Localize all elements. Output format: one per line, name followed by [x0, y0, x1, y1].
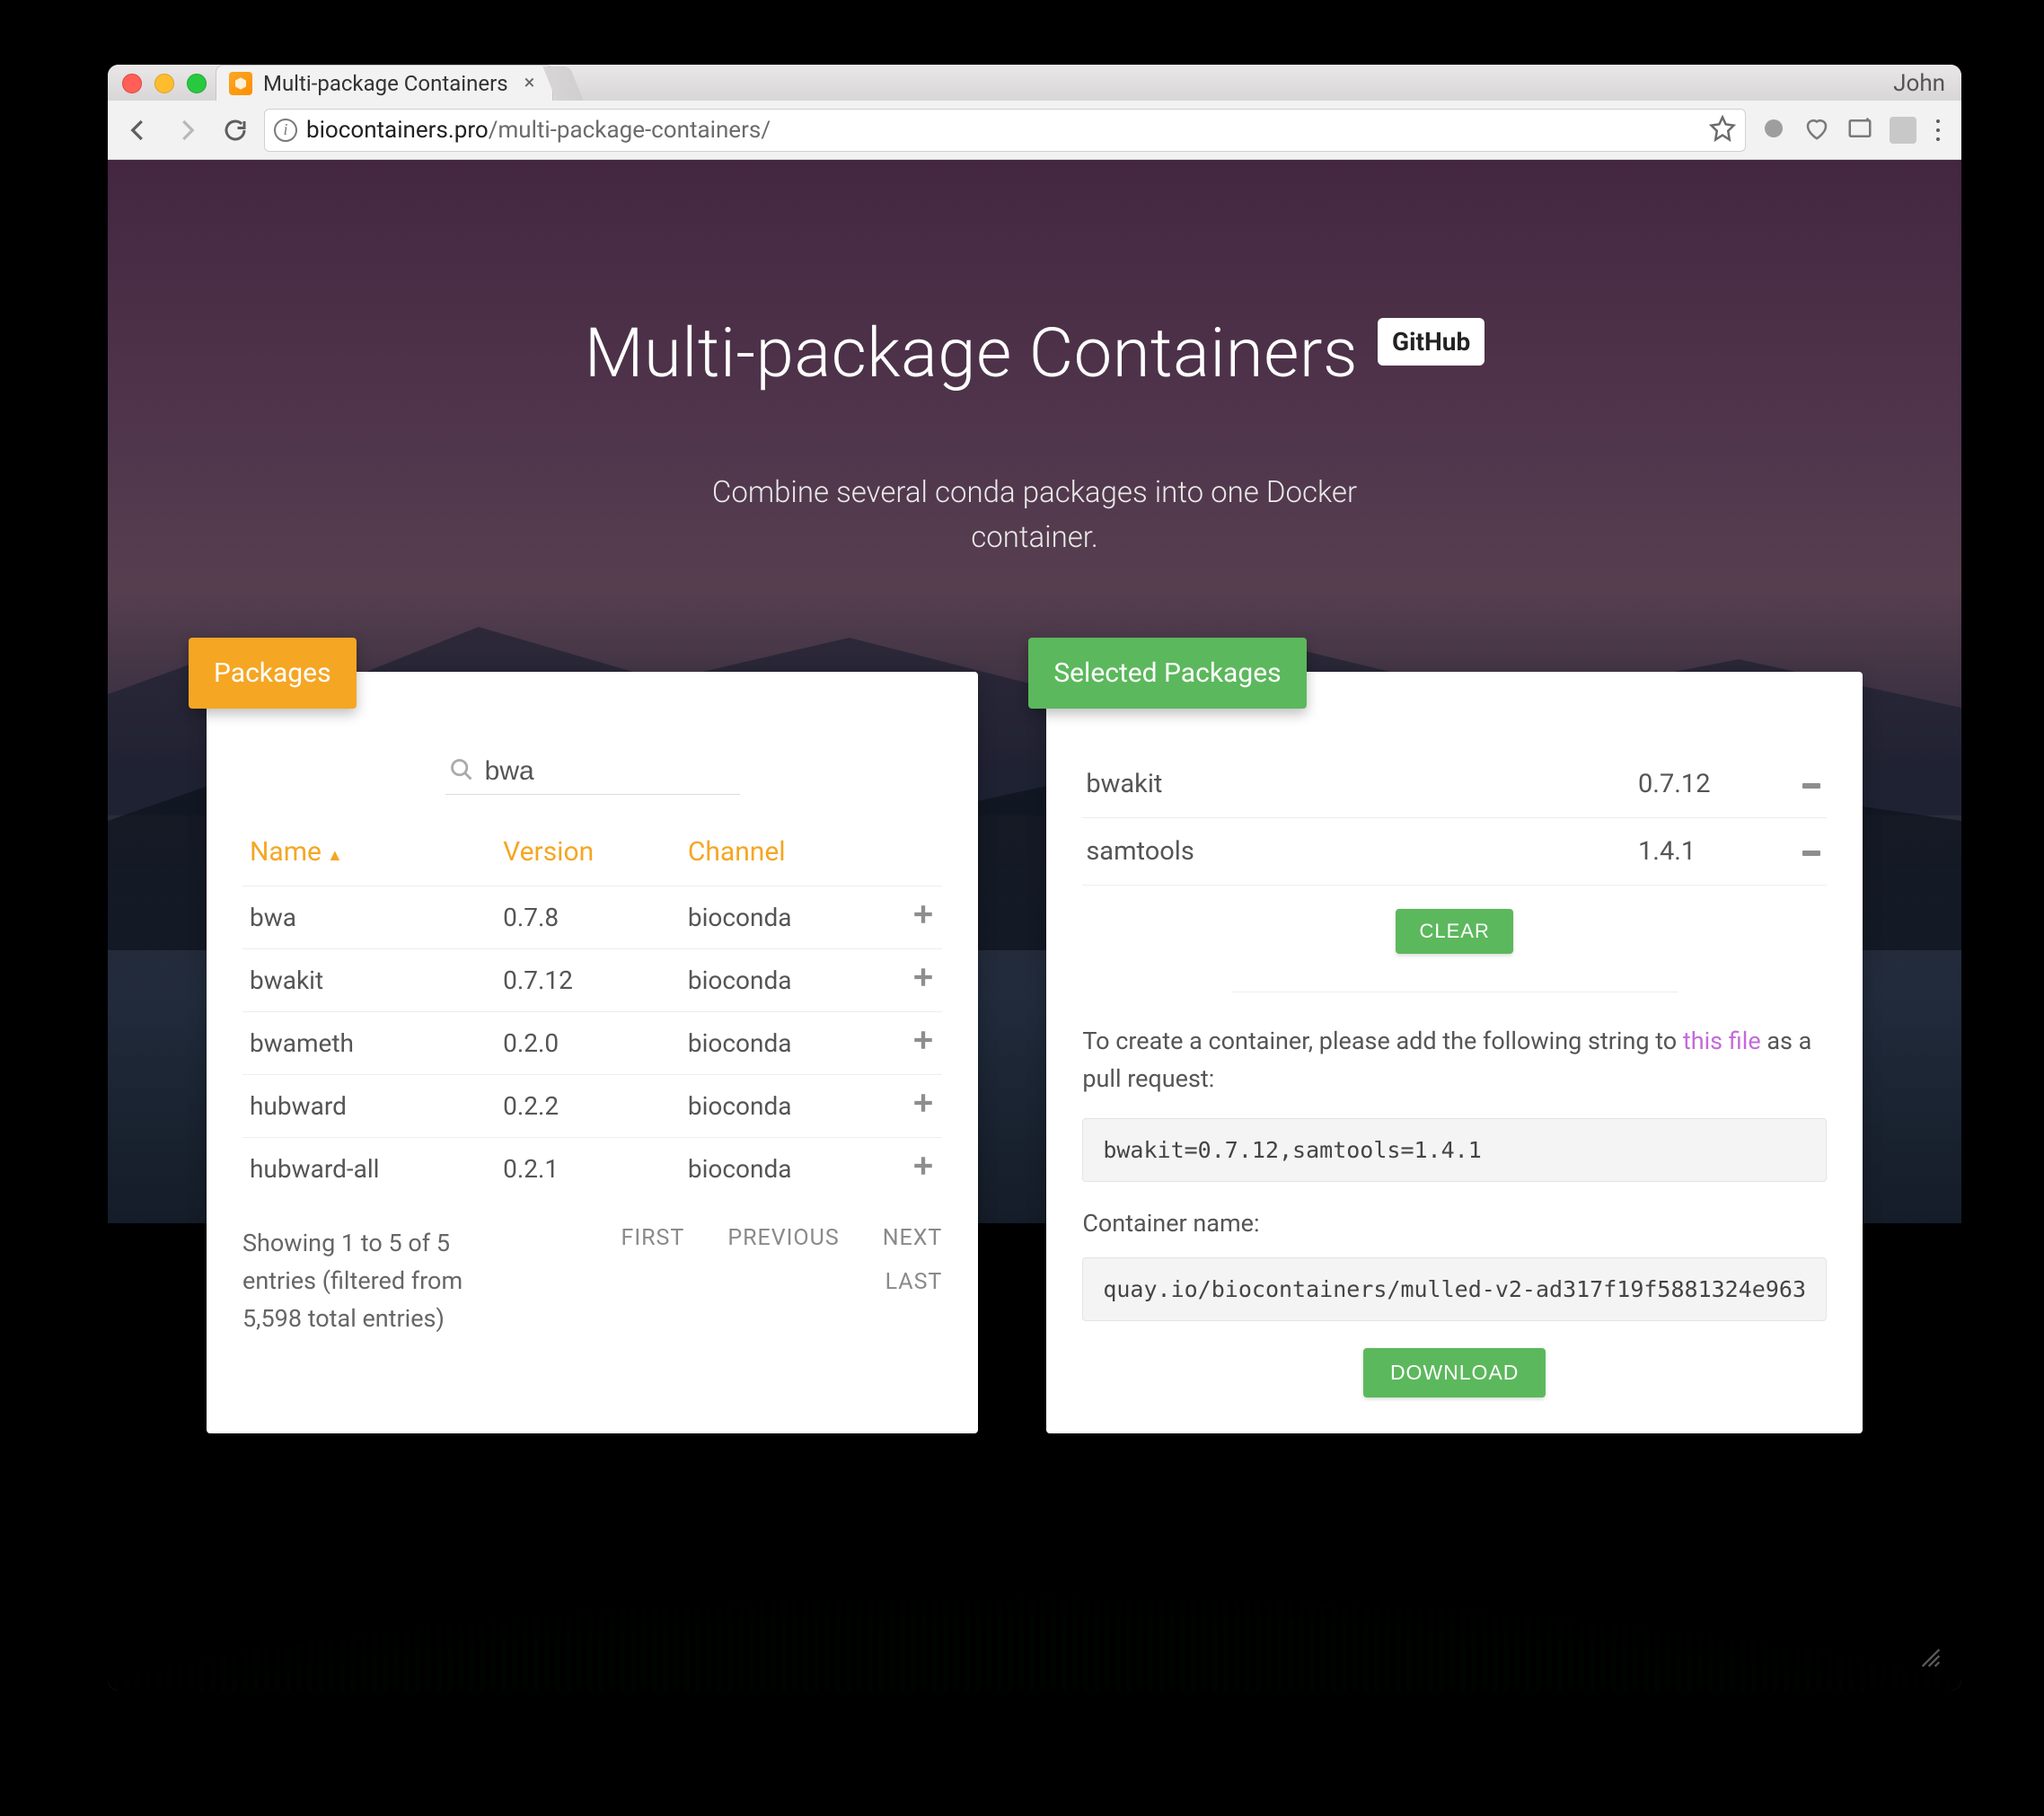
pkg-name: bwakit	[242, 949, 496, 1012]
fullscreen-window-button[interactable]	[187, 74, 207, 93]
table-info: Showing 1 to 5 of 5 entries (filtered fr…	[242, 1225, 512, 1338]
browser-window: Multi-package Containers × John i biocon…	[108, 65, 1961, 1690]
close-tab-icon[interactable]: ×	[519, 72, 541, 94]
cube-icon	[229, 72, 252, 95]
tab-title: Multi-package Containers	[263, 71, 508, 96]
table-row: hubward-all0.2.1bioconda	[242, 1138, 942, 1201]
github-badge[interactable]: GitHub	[1378, 318, 1485, 366]
heart-icon[interactable]	[1803, 115, 1830, 145]
pkg-channel: bioconda	[681, 1012, 888, 1075]
pkg-version: 0.7.12	[496, 949, 681, 1012]
browser-tab[interactable]: Multi-package Containers ×	[216, 65, 553, 101]
add-package-button[interactable]	[912, 903, 935, 932]
search-icon	[449, 757, 474, 786]
forward-button[interactable]	[167, 110, 207, 150]
pkg-name: hubward-all	[242, 1138, 496, 1201]
col-name[interactable]: Name▲	[242, 820, 496, 886]
pkg-version: 0.7.8	[496, 886, 681, 949]
screenshot-icon[interactable]	[1846, 115, 1873, 145]
pager-next[interactable]: NEXT	[883, 1225, 943, 1251]
add-package-button[interactable]	[912, 1154, 935, 1184]
col-version[interactable]: Version	[496, 820, 681, 886]
bookmark-star-icon[interactable]	[1709, 115, 1736, 145]
add-package-button[interactable]	[912, 1091, 935, 1121]
packages-card: Packages Name▲ Version Channel	[207, 672, 978, 1433]
add-package-button[interactable]	[912, 965, 935, 995]
pkg-channel: bioconda	[681, 949, 888, 1012]
container-name-box[interactable]: quay.io/biocontainers/mulled-v2-ad317f19…	[1082, 1257, 1827, 1321]
table-row: bwameth0.2.0bioconda	[242, 1012, 942, 1075]
remove-package-button[interactable]	[1800, 776, 1823, 793]
hero: Multi-package Containers GitHub Combine …	[108, 160, 1961, 560]
clear-button[interactable]: CLEAR	[1396, 909, 1512, 954]
this-file-link[interactable]: this file	[1683, 1027, 1761, 1055]
add-package-button[interactable]	[912, 1028, 935, 1058]
selected-row: samtools1.4.1	[1082, 818, 1827, 886]
selected-card: Selected Packages bwakit0.7.12samtools1.…	[1046, 672, 1863, 1433]
page-title: Multi-package Containers	[585, 313, 1358, 393]
pkg-version: 0.2.1	[496, 1138, 681, 1201]
window-controls	[122, 74, 207, 93]
window-titlebar: Multi-package Containers × John	[108, 65, 1961, 101]
pkg-channel: bioconda	[681, 1138, 888, 1201]
browser-menu-button[interactable]	[1936, 128, 1940, 132]
sort-asc-icon: ▲	[327, 846, 343, 865]
browser-toolbar: i biocontainers.pro/multi-package-contai…	[108, 101, 1961, 160]
table-pager: FIRST PREVIOUS NEXT LAST	[530, 1225, 942, 1295]
pager-first[interactable]: FIRST	[621, 1225, 685, 1251]
packages-chip: Packages	[189, 638, 357, 709]
pager-last[interactable]: LAST	[885, 1269, 943, 1295]
remove-package-button[interactable]	[1800, 843, 1823, 860]
pkg-name: bwa	[242, 886, 496, 949]
back-button[interactable]	[119, 110, 158, 150]
table-row: bwakit0.7.12bioconda	[242, 949, 942, 1012]
package-string-box[interactable]: bwakit=0.7.12,samtools=1.4.1	[1082, 1118, 1827, 1182]
download-button[interactable]: DOWNLOAD	[1363, 1348, 1546, 1397]
table-row: bwa0.7.8bioconda	[242, 886, 942, 949]
site-info-icon[interactable]: i	[274, 119, 297, 142]
extensions	[1760, 115, 1916, 145]
selected-row: bwakit0.7.12	[1082, 751, 1827, 818]
profile-name[interactable]: John	[1893, 70, 1945, 97]
selected-version: 0.7.12	[1638, 769, 1800, 799]
selected-chip: Selected Packages	[1028, 638, 1306, 709]
url-text: biocontainers.pro/multi-package-containe…	[306, 117, 771, 144]
table-row: hubward0.2.2bioconda	[242, 1075, 942, 1138]
search-input[interactable]	[485, 756, 736, 787]
reload-button[interactable]	[216, 110, 255, 150]
page-subtitle: Combine several conda packages into one …	[108, 471, 1961, 560]
container-name-label: Container name:	[1082, 1209, 1827, 1238]
pkg-channel: bioconda	[681, 1075, 888, 1138]
col-channel[interactable]: Channel	[681, 820, 942, 886]
package-search[interactable]	[445, 751, 740, 795]
extension-dot-icon[interactable]	[1760, 115, 1787, 145]
extension-badge[interactable]	[1890, 117, 1916, 144]
address-bar[interactable]: i biocontainers.pro/multi-package-contai…	[264, 109, 1746, 152]
instruction-text: To create a container, please add the fo…	[1082, 1023, 1827, 1098]
pkg-version: 0.2.2	[496, 1075, 681, 1138]
minimize-window-button[interactable]	[154, 74, 174, 93]
page-content: Multi-package Containers GitHub Combine …	[108, 160, 1961, 1690]
packages-table: Name▲ Version Channel bwa0.7.8biocondabw…	[242, 820, 942, 1200]
selected-version: 1.4.1	[1638, 836, 1800, 867]
pkg-version: 0.2.0	[496, 1012, 681, 1075]
selected-name: samtools	[1086, 836, 1638, 867]
pkg-name: hubward	[242, 1075, 496, 1138]
pager-previous[interactable]: PREVIOUS	[727, 1225, 839, 1251]
close-window-button[interactable]	[122, 74, 142, 93]
pkg-channel: bioconda	[681, 886, 888, 949]
pkg-name: bwameth	[242, 1012, 496, 1075]
corner-mark-icon	[1918, 1645, 1943, 1674]
selected-name: bwakit	[1086, 769, 1638, 799]
